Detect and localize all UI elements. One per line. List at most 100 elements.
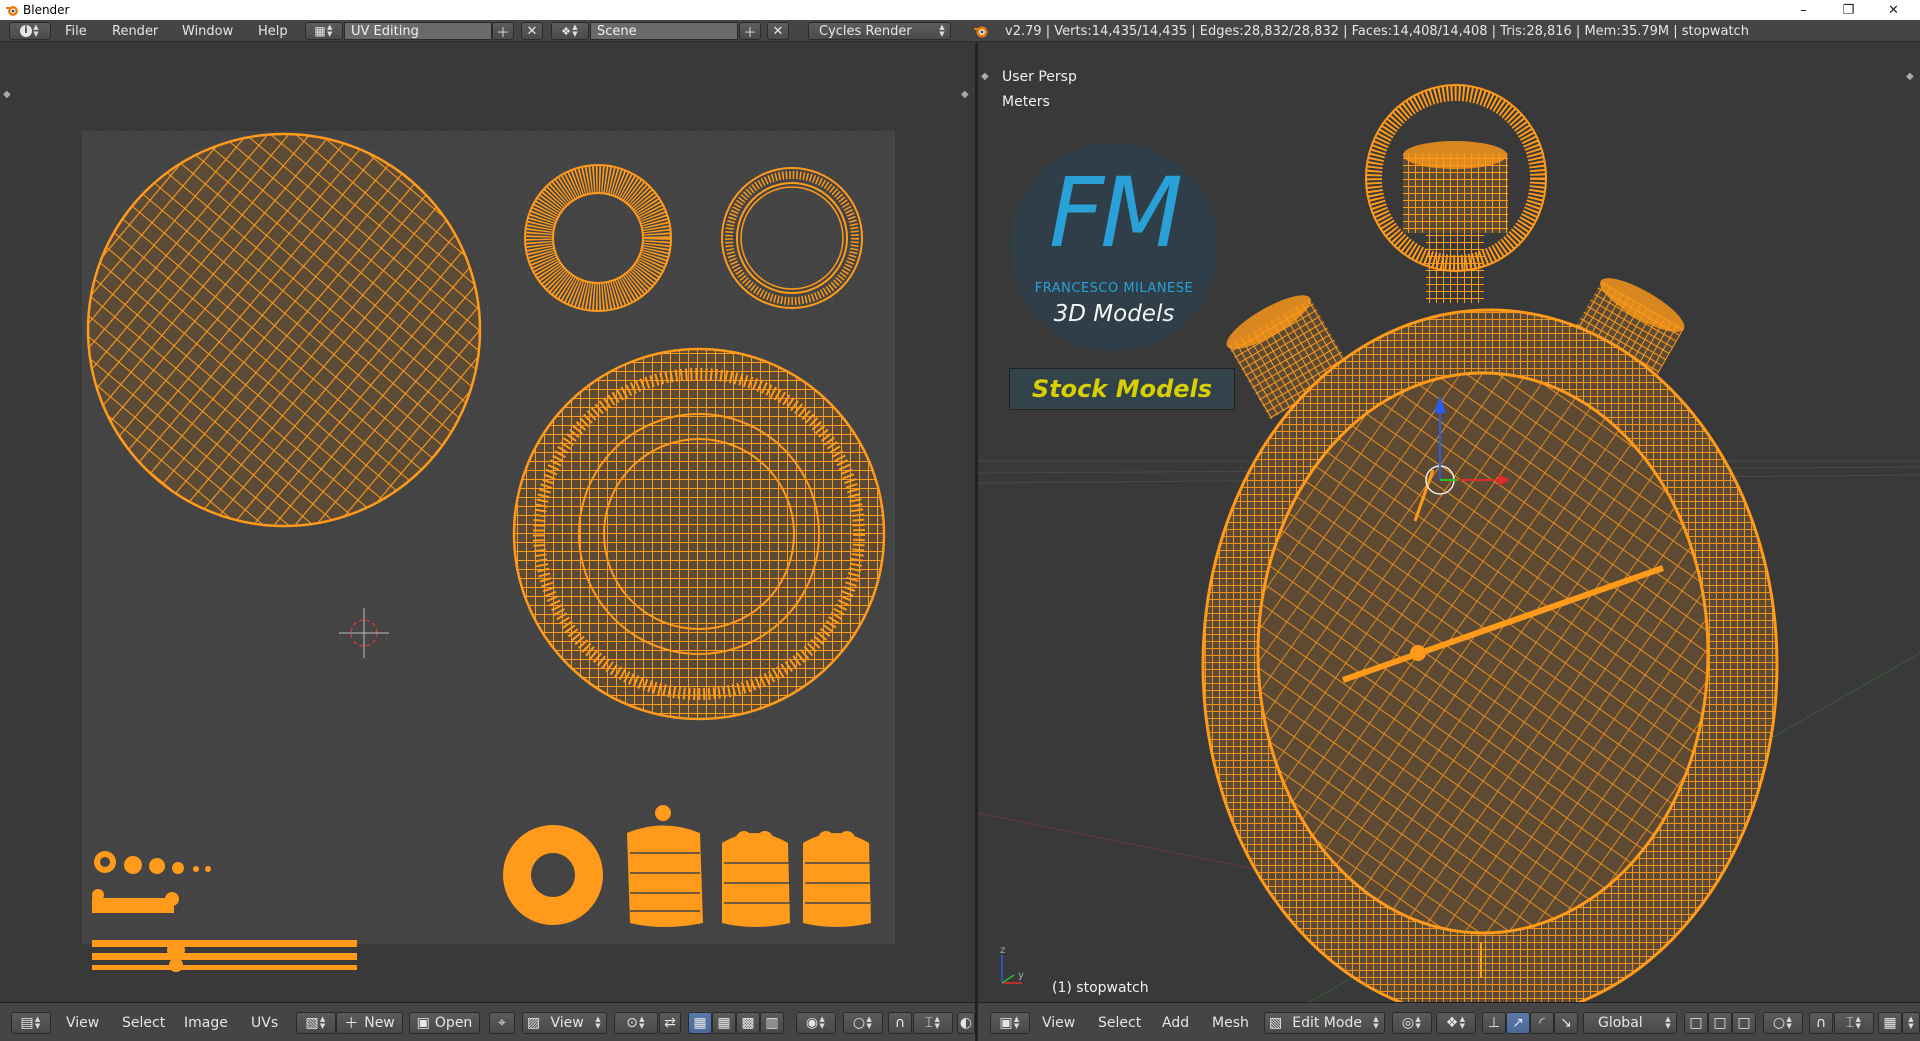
pin-icon: ⌖ — [498, 1015, 506, 1031]
chevron-updown-icon: ▲ ▼ — [572, 23, 578, 38]
close-icon[interactable]: ✕ — [1871, 0, 1916, 20]
vertex-select-button[interactable]: ▦ — [688, 1012, 712, 1034]
uv-editor-header: ▤ ▲ ▼ View Select Image UVs ▧ ▲ ▼ ＋ New ▣ Open… — [0, 1002, 975, 1041]
chevron-updown-icon: ▲ ▼ — [33, 23, 39, 38]
stopwatch-wireframe[interactable] — [1201, 84, 1779, 1002]
sticky-selection-dropdown[interactable]: ◉ ▲ ▼ — [796, 1012, 836, 1034]
sticky-icon: ◉ — [805, 1015, 819, 1031]
new-image-label: New — [364, 1015, 395, 1031]
uv-image-editor[interactable]: ◆ ◆ — [0, 43, 975, 1002]
add-screen-icon[interactable]: ＋ — [492, 22, 514, 41]
layer-button-3[interactable]: □ — [1732, 1012, 1756, 1034]
render-preview-dropdown[interactable]: ▲ ▼ — [1902, 1012, 1920, 1034]
manipulator-toggle[interactable]: ⊥ — [1482, 1012, 1506, 1034]
overlay-button[interactable]: ◐ — [957, 1012, 975, 1034]
minimize-icon[interactable]: – — [1781, 0, 1826, 20]
delete-screen-icon[interactable]: ✕ — [521, 22, 543, 40]
snap-element-dropdown[interactable]: ⌶ ▲ ▼ — [913, 1012, 953, 1034]
menu-mesh[interactable]: Mesh — [1212, 1015, 1249, 1031]
3d-viewport[interactable]: ◆ ◆ User Persp Meters z y FM FRANCESCO M… — [978, 43, 1920, 1002]
menu-window[interactable]: Window — [182, 22, 233, 40]
layer-icon: □ — [1689, 1015, 1703, 1031]
viewport-shading-dropdown[interactable]: ◎ ▲ ▼ — [1392, 1012, 1432, 1034]
render-engine-label: Cycles Render — [819, 23, 912, 39]
uv-island-dial[interactable] — [512, 347, 886, 721]
chevron-updown-icon: ▲ ▼ — [1908, 1015, 1914, 1030]
menu-file[interactable]: File — [65, 22, 87, 40]
fm-logo: FM FRANCESCO MILANESE 3D Models — [1010, 143, 1218, 351]
pivot-icon: ❖ — [1445, 1015, 1459, 1031]
logo-letters: FM — [1048, 157, 1183, 269]
svg-text:z: z — [1000, 945, 1005, 956]
snap-element-dropdown[interactable]: ⌶ ▲ ▼ — [1834, 1012, 1874, 1034]
snap-toggle-button[interactable]: ∩ — [888, 1012, 912, 1034]
logo-tagline: 3D Models — [1053, 301, 1175, 327]
chevron-updown-icon: ▲ ▼ — [819, 1015, 825, 1030]
chevron-updown-icon: ▲ ▼ — [866, 1015, 872, 1030]
restore-icon[interactable]: ❐ — [1826, 0, 1871, 20]
image-browse-button[interactable]: ▧ ▲ ▼ — [296, 1012, 336, 1034]
menu-select[interactable]: Select — [122, 1015, 165, 1031]
snap-toggle-button[interactable]: ∩ — [1809, 1012, 1833, 1034]
menu-select[interactable]: Select — [1098, 1015, 1141, 1031]
face-select-button[interactable]: ▩ — [736, 1012, 760, 1034]
scale-manipulator-button[interactable]: ↘ — [1554, 1012, 1578, 1034]
chevron-updown-icon: ▲ ▼ — [319, 1015, 326, 1030]
render-preview-button[interactable]: ▦ — [1878, 1012, 1902, 1034]
menu-view[interactable]: View — [66, 1015, 99, 1031]
editor-type-info-button[interactable]: i ▲ ▼ — [9, 22, 51, 40]
new-image-button[interactable]: ＋ New — [336, 1012, 403, 1034]
add-scene-icon[interactable]: ＋ — [739, 22, 761, 41]
island-select-button[interactable]: ▥ — [760, 1012, 784, 1034]
view-mode-dropdown[interactable]: ▨ View ▲ ▼ — [522, 1012, 607, 1034]
sync-icon: ⇄ — [664, 1015, 676, 1031]
scene-selector[interactable]: ❖ ▲ ▼ — [551, 22, 589, 40]
window-titlebar: Blender – ❐ ✕ — [0, 0, 1920, 20]
viewport-header: ▣ ▲ ▼ View Select Add Mesh ▧ Edit Mode ▲ ▼ ◎ ▲… — [978, 1002, 1920, 1041]
chevron-updown-icon: ▲ ▼ — [326, 23, 333, 38]
menu-add[interactable]: Add — [1162, 1015, 1189, 1031]
scene-statistics: v2.79 | Verts:14,435/14,435 | Edges:28,8… — [1005, 23, 1749, 39]
edit-mode-icon: ▧ — [1269, 1015, 1283, 1031]
3d-view-icon: ▣ — [999, 1015, 1013, 1031]
translate-manipulator-button[interactable]: ↗ — [1506, 1012, 1530, 1034]
uv-canvas[interactable] — [0, 43, 975, 1002]
image-editor-icon: ▤ — [20, 1015, 34, 1031]
menu-image[interactable]: Image — [184, 1015, 228, 1031]
screen-layout-selector[interactable]: ▦ ▲ ▼ — [305, 22, 343, 40]
transform-orientation-dropdown[interactable]: Global ▲ ▼ — [1583, 1012, 1677, 1034]
island-select-icon: ▥ — [765, 1015, 779, 1031]
sync-selection-button[interactable]: ⇄ — [659, 1012, 681, 1034]
scene-field[interactable]: Scene — [590, 22, 738, 40]
layer-icon: □ — [1713, 1015, 1727, 1031]
menu-uvs[interactable]: UVs — [251, 1015, 278, 1031]
pivot-icon: ⊙ — [626, 1015, 638, 1031]
uv-island-sphere[interactable] — [86, 132, 482, 528]
snap-element-icon: ⌶ — [924, 1015, 934, 1031]
magnet-icon: ∩ — [1815, 1015, 1827, 1031]
open-image-button[interactable]: ▣ Open — [409, 1012, 480, 1034]
chevron-updown-icon: ▲ ▼ — [1415, 1015, 1421, 1030]
menu-help[interactable]: Help — [258, 22, 288, 40]
proportional-edit-dropdown[interactable]: ○ ▲ ▼ — [843, 1012, 883, 1034]
layer-button-1[interactable]: □ — [1684, 1012, 1708, 1034]
edge-select-button[interactable]: ▦ — [712, 1012, 736, 1034]
render-engine-dropdown[interactable]: Cycles Render ▲ ▼ — [808, 22, 951, 40]
pin-image-button[interactable]: ⌖ — [489, 1012, 515, 1034]
edge-select-icon: ▦ — [717, 1015, 731, 1031]
screen-layout-field[interactable]: UV Editing — [344, 22, 492, 40]
blender-logo-icon — [974, 26, 988, 38]
menu-view[interactable]: View — [1042, 1015, 1075, 1031]
vertex-select-icon: ▦ — [693, 1015, 707, 1031]
delete-scene-icon[interactable]: ✕ — [767, 22, 789, 40]
info-icon: i — [20, 25, 32, 37]
mode-dropdown[interactable]: ▧ Edit Mode ▲ ▼ — [1264, 1012, 1385, 1034]
proportional-edit-dropdown[interactable]: ○ ▲ ▼ — [1763, 1012, 1803, 1034]
rotate-manipulator-button[interactable]: ◜ — [1530, 1012, 1554, 1034]
editor-type-uv-button[interactable]: ▤ ▲ ▼ — [11, 1012, 51, 1034]
layer-button-2[interactable]: □ — [1708, 1012, 1732, 1034]
pivot-dropdown[interactable]: ⊙ ▲ ▼ — [614, 1012, 658, 1034]
menu-render[interactable]: Render — [112, 22, 158, 40]
pivot-point-dropdown[interactable]: ❖ ▲ ▼ — [1436, 1012, 1476, 1034]
editor-type-3d-button[interactable]: ▣ ▲ ▼ — [990, 1012, 1030, 1034]
